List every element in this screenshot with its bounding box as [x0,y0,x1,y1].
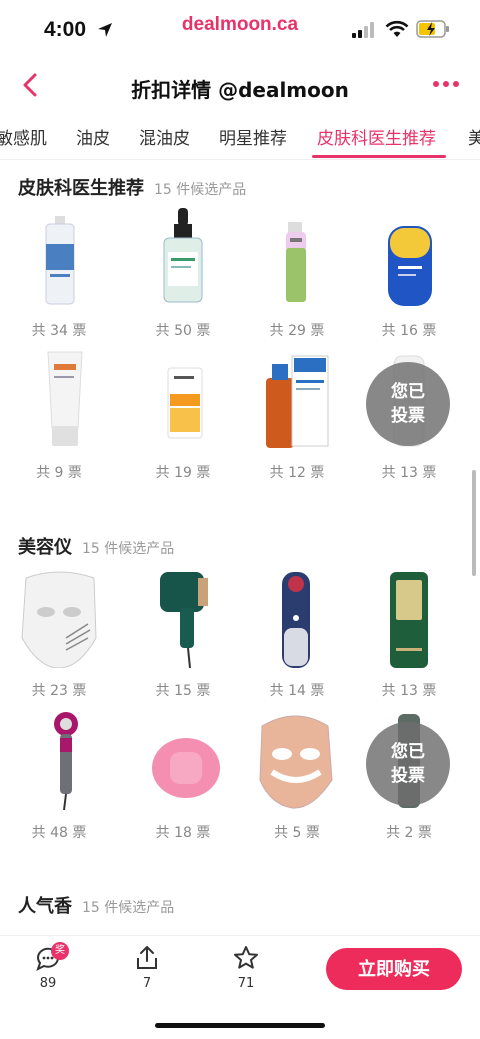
section-title-text: 皮肤科医生推荐 [18,178,144,199]
voted-badge: 您已 投票 [366,722,450,806]
cleansing-brush-icon [152,738,220,798]
face-mask-device-icon [259,715,333,809]
facial-device-icon [282,572,310,668]
more-options-icon[interactable] [432,76,460,92]
vote-count: 共 14 票 [269,683,325,699]
shampoo-bottle-icon [266,355,329,448]
award-badge: 奖 [51,942,69,960]
section-subtitle: 15 件候选产品 [154,182,247,198]
voted-badge-line-1: 您已 [391,382,425,402]
tab-oily-skin[interactable]: 油皮 [76,124,110,149]
sunscreen-tube-icon [167,367,203,439]
tab-combination-skin[interactable]: 混油皮 [139,124,190,149]
favorite-button[interactable]: 71 [216,944,276,991]
spray-bottle-icon [45,216,75,305]
section-title-text: 美容仪 [18,537,72,558]
voted-badge-line-2: 投票 [391,406,425,426]
category-tabs: 敏感肌 油皮 混油皮 明星推荐 皮肤科医生推荐 美 [0,112,480,160]
scrollbar[interactable] [472,470,476,576]
nav-bar: 折扣详情 @dealmoon [0,62,480,110]
status-bar: 4:00 dealmoon.ca [0,0,480,62]
pump-bottle-icon [286,222,306,302]
comment-count: 89 [39,976,57,991]
ipl-device-icon [390,572,428,668]
vote-count: 共 9 票 [36,465,82,481]
buy-now-button[interactable]: 立即购买 [326,948,462,990]
vote-count: 共 15 票 [155,683,211,699]
tab-celebrity-picks[interactable]: 明星推荐 [219,124,287,149]
active-tab-indicator [312,155,446,158]
tab-beauty[interactable]: 美 [468,124,480,149]
serum-dropper-icon [163,208,203,303]
hair-dryer-icon [54,712,78,810]
vote-count: 共 2 票 [386,825,432,841]
vote-count: 共 12 票 [269,465,325,481]
comment-button[interactable]: 奖 89 [18,942,78,991]
vote-count: 共 5 票 [274,825,320,841]
section-title-popular-fragrance: 人气香 15 件候选产品 [18,892,174,918]
section-title-dermatologist: 皮肤科医生推荐 15 件候选产品 [18,174,246,200]
vote-count: 共 34 票 [31,323,87,339]
vote-count: 共 48 票 [31,825,87,841]
share-count: 7 [142,976,152,991]
star-icon [234,946,258,969]
hair-removal-device-icon [160,572,208,668]
vote-count: 共 19 票 [155,465,211,481]
tab-sensitive-skin[interactable]: 敏感肌 [0,124,47,149]
home-indicator[interactable] [155,1023,325,1028]
section-title-text: 人气香 [18,896,72,917]
voted-badge-line-1: 您已 [391,742,425,762]
tab-dermatologist-picks[interactable]: 皮肤科医生推荐 [317,124,436,149]
section-subtitle: 15 件候选产品 [82,900,175,916]
voted-badge-line-2: 投票 [391,766,425,786]
battery-icon [416,20,449,38]
sunscreen-bottle-icon [388,226,432,306]
vote-count: 共 18 票 [155,825,211,841]
share-button[interactable]: 7 [117,944,177,991]
section-title-beauty-devices: 美容仪 15 件候选产品 [18,533,174,559]
bottom-action-bar: 奖 89 7 71 立即购买 [0,935,480,1039]
vote-count: 共 13 票 [381,683,437,699]
vote-count: 共 16 票 [381,323,437,339]
wifi-icon [385,20,409,37]
signal-icon [352,22,374,38]
cream-tube-icon [47,351,83,446]
share-icon [137,946,157,969]
page-title: 折扣详情 @dealmoon [131,78,349,102]
favorite-count: 71 [237,976,255,991]
led-mask-icon [21,571,97,668]
vote-count: 共 13 票 [381,465,437,481]
section-subtitle: 15 件候选产品 [82,541,175,557]
vote-count: 共 29 票 [269,323,325,339]
vote-count: 共 50 票 [155,323,211,339]
voted-badge: 您已 投票 [366,362,450,446]
vote-count: 共 23 票 [31,683,87,699]
